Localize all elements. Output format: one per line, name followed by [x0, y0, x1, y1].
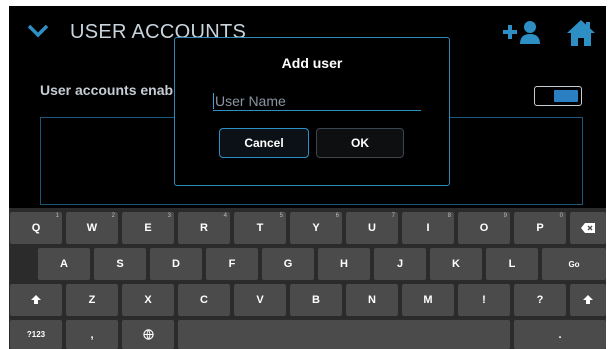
- key-label: S: [116, 258, 124, 270]
- key-label: ,: [90, 328, 94, 341]
- key-label: C: [200, 294, 208, 306]
- key-label: P: [536, 222, 544, 234]
- go-key[interactable]: Go: [542, 248, 606, 280]
- key-label: G: [283, 258, 293, 270]
- key-j[interactable]: J: [374, 248, 426, 280]
- key-label: Q: [31, 222, 41, 234]
- key-label: Go: [568, 259, 580, 269]
- key-k[interactable]: K: [430, 248, 482, 280]
- cancel-button[interactable]: Cancel: [219, 128, 309, 158]
- key-z[interactable]: Z: [66, 284, 118, 316]
- key-exclamation[interactable]: !: [458, 284, 510, 316]
- android-screen: USER ACCOUNTS User accounts enab Add use…: [9, 6, 606, 349]
- space-bar[interactable]: [178, 320, 510, 349]
- key-label: B: [312, 294, 320, 306]
- key-label: F: [228, 258, 236, 270]
- key-hint: 3: [167, 213, 171, 219]
- key-f[interactable]: F: [206, 248, 258, 280]
- add-user-icon[interactable]: [503, 20, 543, 44]
- backspace-key[interactable]: [570, 212, 606, 244]
- key-y[interactable]: Y6: [290, 212, 342, 244]
- key-label: O: [479, 222, 489, 234]
- key-label: I: [426, 222, 430, 234]
- username-input[interactable]: [215, 92, 415, 110]
- key-label: D: [172, 258, 180, 270]
- key-question[interactable]: ?: [514, 284, 566, 316]
- globe-key[interactable]: [122, 320, 174, 349]
- key-label: .: [558, 328, 562, 341]
- chevron-down-icon[interactable]: [27, 24, 49, 38]
- key-i[interactable]: I8: [402, 212, 454, 244]
- toggle-knob: [554, 90, 578, 102]
- comma-key[interactable]: ,: [66, 320, 118, 349]
- backspace-icon: [581, 223, 595, 233]
- text-cursor: [213, 93, 214, 109]
- key-n[interactable]: N: [346, 284, 398, 316]
- key-b[interactable]: B: [290, 284, 342, 316]
- period-key[interactable]: .: [514, 320, 606, 349]
- key-e[interactable]: E3: [122, 212, 174, 244]
- key-hint: 5: [279, 213, 283, 219]
- key-label: ?: [536, 294, 544, 306]
- key-l[interactable]: L: [486, 248, 538, 280]
- key-label: A: [60, 258, 68, 270]
- key-t[interactable]: T5: [234, 212, 286, 244]
- key-label: J: [396, 258, 404, 270]
- key-w[interactable]: W2: [66, 212, 118, 244]
- key-s[interactable]: S: [94, 248, 146, 280]
- shift-icon: [31, 295, 41, 304]
- key-d[interactable]: D: [150, 248, 202, 280]
- add-user-dialog: Add user Cancel OK: [174, 37, 450, 186]
- home-icon[interactable]: [567, 19, 595, 47]
- shift-key-right[interactable]: [570, 284, 606, 316]
- key-hint: 0: [559, 213, 563, 219]
- key-hint: 8: [447, 213, 451, 219]
- shift-key-left[interactable]: [10, 284, 62, 316]
- key-h[interactable]: H: [318, 248, 370, 280]
- key-r[interactable]: R4: [178, 212, 230, 244]
- key-hint: 6: [335, 213, 339, 219]
- key-label: ?123: [26, 330, 46, 339]
- key-label: W: [86, 222, 98, 234]
- key-label: N: [368, 294, 376, 306]
- key-q[interactable]: Q1: [10, 212, 62, 244]
- key-hint: 1: [55, 213, 59, 219]
- key-label: E: [144, 222, 152, 234]
- key-g[interactable]: G: [262, 248, 314, 280]
- key-label: X: [144, 294, 152, 306]
- key-v[interactable]: V: [234, 284, 286, 316]
- key-label: Z: [88, 294, 96, 306]
- symbols-key[interactable]: ?123: [10, 320, 62, 349]
- key-label: L: [508, 258, 516, 270]
- user-accounts-toggle[interactable]: [534, 86, 582, 106]
- key-u[interactable]: U7: [346, 212, 398, 244]
- key-label: H: [340, 258, 348, 270]
- globe-icon: [142, 329, 154, 340]
- key-label: !: [482, 294, 486, 306]
- key-hint: 7: [391, 213, 395, 219]
- key-hint: 4: [223, 213, 227, 219]
- key-a[interactable]: A: [38, 248, 90, 280]
- key-label: R: [200, 222, 208, 234]
- key-m[interactable]: M: [402, 284, 454, 316]
- user-accounts-enabled-label: User accounts enab: [40, 82, 174, 98]
- key-p[interactable]: P0: [514, 212, 566, 244]
- key-label: U: [368, 222, 376, 234]
- key-o[interactable]: O9: [458, 212, 510, 244]
- shift-icon: [583, 295, 593, 304]
- ok-button[interactable]: OK: [316, 128, 404, 158]
- key-x[interactable]: X: [122, 284, 174, 316]
- key-label: M: [423, 294, 433, 306]
- key-hint: 2: [111, 213, 115, 219]
- username-field[interactable]: [213, 92, 421, 111]
- soft-keyboard: Q1 W2 E3 R4 T5 Y6 U7 I8 O9 P0 A S D F G …: [9, 208, 606, 349]
- dialog-title: Add user: [281, 55, 343, 71]
- key-label: K: [452, 258, 460, 270]
- key-label: Y: [312, 222, 320, 234]
- key-label: V: [256, 294, 264, 306]
- key-c[interactable]: C: [178, 284, 230, 316]
- key-label: T: [256, 222, 264, 234]
- key-hint: 9: [503, 213, 507, 219]
